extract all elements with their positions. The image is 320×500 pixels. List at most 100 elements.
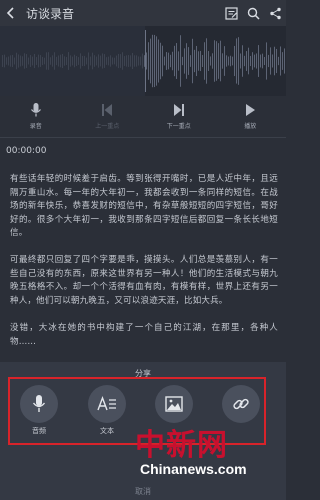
share-audio-label: 音频 bbox=[32, 427, 46, 435]
share-text-label: 文本 bbox=[100, 427, 114, 435]
waveform-bar bbox=[230, 55, 231, 67]
waveform-bar bbox=[24, 53, 25, 69]
record-button[interactable]: 录音 bbox=[6, 102, 66, 130]
waveform-bar bbox=[32, 56, 33, 66]
share-audio-button[interactable]: 音频 bbox=[19, 385, 59, 436]
watermark-url: Chinanews.com bbox=[140, 461, 247, 477]
waveform-bar bbox=[176, 43, 177, 79]
waveform-bar bbox=[134, 55, 135, 67]
cancel-button[interactable]: 取消 bbox=[0, 486, 286, 497]
edit-button[interactable] bbox=[220, 0, 242, 26]
share-text-button[interactable]: 文本 bbox=[87, 385, 127, 436]
waveform-bar bbox=[256, 53, 257, 69]
waveform-bar bbox=[2, 55, 3, 67]
transcript-paragraph: 可最终都只回复了四个字要是乖，摸摸头。人们总是羡慕别人，有一些自己没有的东西，原… bbox=[10, 255, 278, 306]
waveform-bar bbox=[54, 52, 55, 70]
waveform-bar bbox=[56, 56, 57, 66]
share-button[interactable] bbox=[264, 0, 286, 26]
current-timestamp: 00:00:00 bbox=[6, 146, 47, 156]
waveform-bar bbox=[194, 49, 195, 73]
back-button[interactable] bbox=[0, 0, 22, 26]
waveform-bar bbox=[62, 53, 63, 69]
waveform-bar bbox=[136, 55, 137, 67]
waveform-bar bbox=[218, 43, 219, 79]
waveform-bar bbox=[30, 55, 31, 67]
waveform-bar bbox=[68, 52, 69, 70]
waveform-bar bbox=[250, 55, 251, 67]
waveform-bar bbox=[126, 55, 127, 67]
transcript-paragraph: 没错，大冰在她的书中构建了一个自己的江湖，在那里，各种人物…… bbox=[10, 323, 278, 347]
search-button[interactable] bbox=[242, 0, 264, 26]
waveform-bar bbox=[86, 57, 87, 65]
waveform-bar bbox=[186, 43, 187, 79]
waveform-bar bbox=[10, 55, 11, 67]
waveform-bar bbox=[66, 56, 67, 66]
waveform-bar bbox=[14, 57, 15, 65]
waveform-bar bbox=[254, 54, 255, 68]
waveform-bar bbox=[138, 56, 139, 66]
previous-mark-button[interactable]: 上一重点 bbox=[77, 102, 137, 130]
waveform-bar bbox=[84, 55, 85, 67]
waveform-bar bbox=[200, 50, 201, 72]
waveform-bar bbox=[224, 46, 225, 76]
waveform-bar bbox=[128, 55, 129, 67]
waveform-bar bbox=[72, 56, 73, 66]
waveform-bar bbox=[120, 54, 121, 68]
divider bbox=[0, 137, 286, 138]
waveform-bar bbox=[98, 54, 99, 68]
play-button[interactable]: 播放 bbox=[220, 102, 280, 130]
waveform-bar bbox=[152, 34, 153, 88]
transcript-paragraph: 有些话年轻的时候羞于启齿。等到张得开嘴时，已是人近中年，且远隔万重山水。每一年的… bbox=[10, 174, 278, 238]
waveform-bar bbox=[116, 55, 117, 67]
waveform-bar bbox=[154, 34, 155, 88]
playback-controls: 录音 上一重点 下一重点 播放 bbox=[0, 98, 286, 134]
waveform-bar bbox=[212, 53, 213, 69]
waveform-bar bbox=[172, 51, 173, 71]
waveform-bar bbox=[206, 38, 207, 84]
waveform-bar bbox=[190, 55, 191, 67]
link-icon bbox=[233, 398, 249, 410]
waveform-bar bbox=[70, 55, 71, 67]
waveform-bar bbox=[80, 53, 81, 69]
waveform-bar bbox=[64, 56, 65, 66]
waveform-bar bbox=[90, 56, 91, 66]
waveform-bar bbox=[34, 53, 35, 69]
waveform-bar bbox=[4, 54, 5, 68]
waveform-bar bbox=[142, 53, 143, 69]
waveform-bar bbox=[124, 56, 125, 66]
share-audio-circle bbox=[20, 385, 58, 423]
waveform-bar bbox=[40, 55, 41, 67]
waveform[interactable] bbox=[0, 26, 286, 96]
record-label: 录音 bbox=[29, 123, 42, 130]
waveform-bar bbox=[58, 55, 59, 67]
waveform-bar bbox=[18, 54, 19, 68]
microphone-icon bbox=[30, 103, 41, 117]
next-mark-label: 下一重点 bbox=[166, 123, 191, 130]
waveform-bar bbox=[220, 40, 221, 82]
waveform-bar bbox=[282, 52, 283, 70]
next-mark-button[interactable]: 下一重点 bbox=[149, 102, 209, 130]
waveform-bar bbox=[216, 41, 217, 81]
waveform-bar bbox=[158, 39, 159, 83]
share-icon bbox=[269, 7, 281, 19]
waveform-bar bbox=[38, 54, 39, 68]
playhead[interactable] bbox=[145, 30, 146, 92]
waveform-bar bbox=[74, 54, 75, 68]
waveform-bar bbox=[246, 51, 247, 71]
waveform-bar bbox=[104, 54, 105, 68]
waveform-bar bbox=[36, 57, 37, 65]
waveform-bar bbox=[198, 51, 199, 71]
waveform-bar bbox=[96, 56, 97, 66]
waveform-bar bbox=[204, 42, 205, 80]
watermark-logo: 中新网 bbox=[135, 428, 228, 463]
waveform-bar bbox=[108, 56, 109, 66]
waveform-bar bbox=[112, 57, 113, 65]
waveform-bar bbox=[100, 55, 101, 67]
waveform-bar bbox=[266, 42, 267, 80]
waveform-bar bbox=[268, 54, 269, 68]
waveform-bar bbox=[160, 42, 161, 80]
waveform-bar bbox=[110, 55, 111, 67]
waveform-bar bbox=[16, 52, 17, 70]
waveform-bar bbox=[240, 53, 241, 69]
waveform-bar bbox=[164, 56, 165, 66]
